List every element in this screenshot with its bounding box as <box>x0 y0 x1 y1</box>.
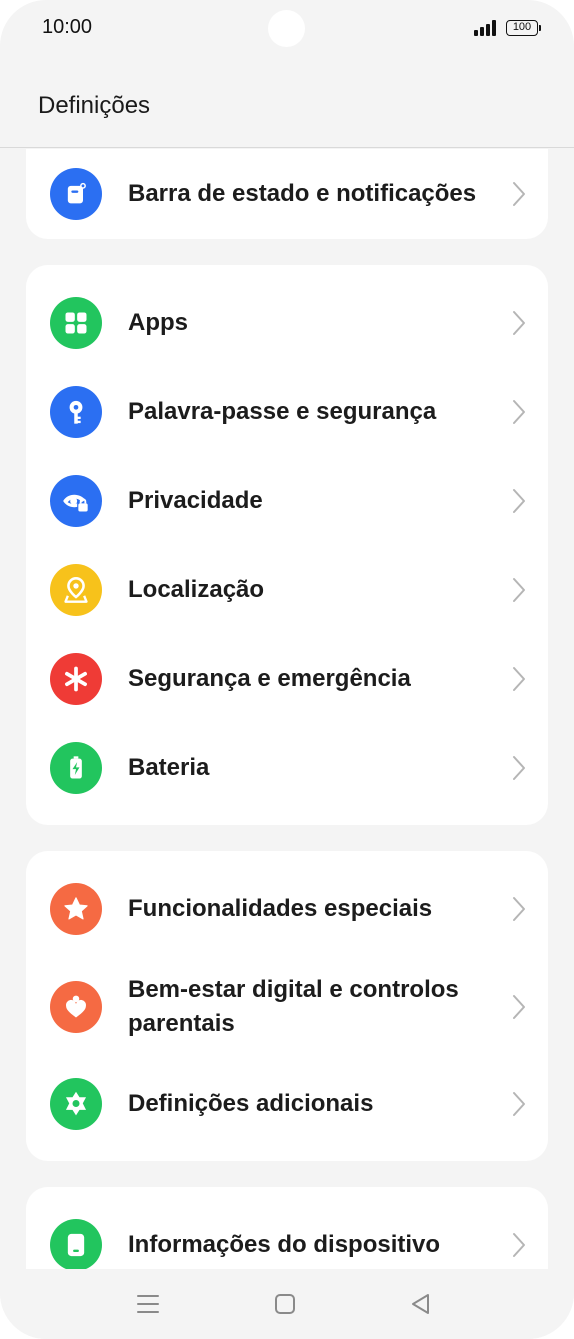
settings-item-label: Bem-estar digital e controlos parentais <box>128 976 459 1037</box>
settings-list[interactable]: Barra de estado e notificações Apps Pala… <box>0 149 574 1269</box>
settings-item-location[interactable]: Localização <box>26 545 548 635</box>
status-time: 10:00 <box>42 16 93 38</box>
chevron-right-icon <box>512 577 526 603</box>
settings-card: Funcionalidades especiais Bem-estar digi… <box>26 851 548 1161</box>
chevron-right-icon <box>512 488 526 514</box>
signal-icon <box>474 20 498 36</box>
settings-item-additional-settings[interactable]: Definições adicionais <box>26 1059 548 1149</box>
gear-icon <box>50 1078 102 1130</box>
menu-icon[interactable] <box>135 1291 161 1317</box>
chevron-right-icon <box>512 994 526 1020</box>
battery-level: 100 <box>512 21 532 33</box>
settings-item-apps[interactable]: Apps <box>26 278 548 368</box>
settings-item-battery[interactable]: Bateria <box>26 723 548 813</box>
chevron-right-icon <box>512 755 526 781</box>
settings-item-safety-emergency[interactable]: Segurança e emergência <box>26 634 548 724</box>
settings-card: Informações do dispositivo <box>26 1187 548 1269</box>
device-info-icon <box>50 1219 102 1269</box>
app-header: Definições <box>0 56 574 148</box>
back-icon[interactable] <box>408 1291 434 1317</box>
battery-icon <box>50 742 102 794</box>
front-camera <box>268 10 305 47</box>
settings-item-status-bar[interactable]: Barra de estado e notificações <box>26 149 548 239</box>
star-icon <box>50 883 102 935</box>
settings-item-label: Barra de estado e notificações <box>128 180 477 207</box>
chevron-right-icon <box>512 1091 526 1117</box>
settings-item-label: Informações do dispositivo <box>128 1231 441 1258</box>
settings-item-label: Definições adicionais <box>128 1090 374 1117</box>
phone-screen: 10:00 100 Definições Barra de estado e n… <box>0 0 574 1339</box>
settings-item-special-features[interactable]: Funcionalidades especiais <box>26 864 548 954</box>
battery-indicator: 100 <box>506 20 541 36</box>
key-icon <box>50 386 102 438</box>
asterisk-icon <box>50 653 102 705</box>
settings-item-password-security[interactable]: Palavra-passe e segurança <box>26 367 548 457</box>
settings-item-label: Bateria <box>128 754 210 781</box>
settings-item-digital-wellbeing[interactable]: Bem-estar digital e controlos parentais <box>26 953 548 1061</box>
navigation-bar <box>0 1269 574 1339</box>
heart-person-icon <box>50 981 102 1033</box>
chevron-right-icon <box>512 310 526 336</box>
chevron-right-icon <box>512 1232 526 1258</box>
notification-bar-icon <box>50 168 102 220</box>
settings-item-label: Apps <box>128 309 188 336</box>
location-pin-icon <box>50 564 102 616</box>
settings-item-label: Segurança e emergência <box>128 665 411 692</box>
eye-lock-icon <box>50 475 102 527</box>
apps-grid-icon <box>50 297 102 349</box>
chevron-right-icon <box>512 399 526 425</box>
settings-item-label: Localização <box>128 576 265 603</box>
settings-item-label: Privacidade <box>128 487 263 514</box>
home-icon[interactable] <box>272 1291 298 1317</box>
settings-item-label: Palavra-passe e segurança <box>128 398 437 425</box>
settings-card: Apps Palavra-passe e segurança Privacida… <box>26 265 548 825</box>
settings-item-label: Funcionalidades especiais <box>128 895 433 922</box>
settings-card: Barra de estado e notificações <box>26 149 548 239</box>
settings-item-privacy[interactable]: Privacidade <box>26 456 548 546</box>
status-bar: 10:00 100 <box>0 0 574 56</box>
chevron-right-icon <box>512 181 526 207</box>
page-title: Definições <box>38 92 151 119</box>
settings-item-device-info[interactable]: Informações do dispositivo <box>26 1200 548 1269</box>
chevron-right-icon <box>512 896 526 922</box>
chevron-right-icon <box>512 666 526 692</box>
